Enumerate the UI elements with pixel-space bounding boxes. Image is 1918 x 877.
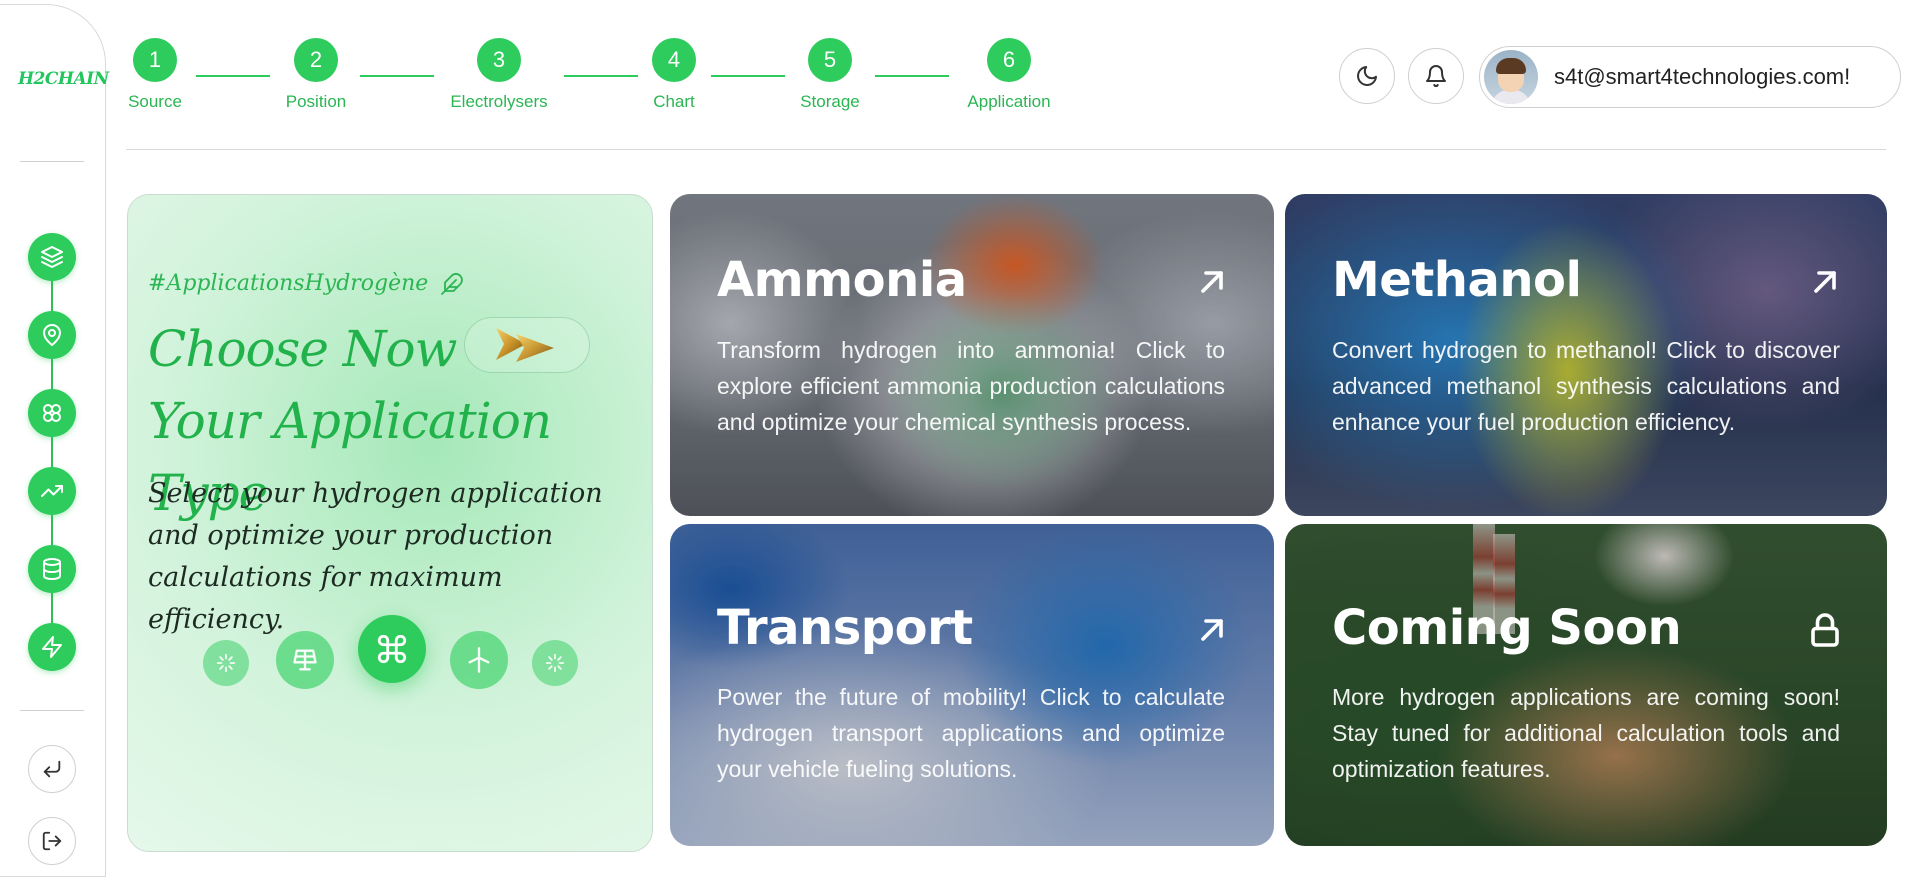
moon-icon — [1357, 66, 1377, 86]
card-lock-indicator — [1807, 612, 1843, 648]
layers-icon — [41, 246, 63, 268]
app-root: H2CHAIN 1 Source 2 Position 3 Electrolys… — [0, 0, 1918, 877]
card-transport[interactable]: Transport Power the future of mobility! … — [670, 524, 1274, 846]
avatar — [1484, 50, 1538, 104]
corner-down-left-icon — [43, 760, 61, 778]
step-storage[interactable]: 5 Storage — [765, 38, 895, 112]
lock-icon — [1811, 613, 1839, 647]
double-arrow-icon — [496, 328, 554, 362]
dock-item[interactable] — [450, 631, 508, 689]
clover-icon — [43, 404, 61, 422]
card-description: Convert hydrogen to methanol! Click to d… — [1332, 337, 1840, 435]
step-number: 2 — [294, 38, 338, 82]
card-open-button[interactable] — [1194, 612, 1230, 648]
card-description: More hydrogen applications are coming so… — [1332, 684, 1840, 782]
card-title: Coming Soon — [1332, 600, 1682, 656]
sidebar-divider — [20, 710, 84, 711]
card-title: Methanol — [1332, 252, 1582, 308]
step-label: Storage — [800, 92, 860, 111]
dock-item[interactable] — [532, 640, 578, 686]
arrow-badge — [464, 317, 590, 373]
sidebar-divider — [20, 161, 84, 162]
step-number: 6 — [987, 38, 1031, 82]
hero-tag-text: #ApplicationsHydrogène — [148, 271, 429, 296]
step-chart[interactable]: 4 Chart — [609, 38, 739, 112]
card-open-button[interactable] — [1807, 264, 1843, 300]
step-position[interactable]: 2 Position — [251, 38, 381, 112]
step-number: 4 — [652, 38, 696, 82]
hero-tag: #ApplicationsHydrogène — [148, 271, 464, 296]
card-coming-soon: Coming Soon More hydrogen applications a… — [1285, 524, 1887, 846]
app-logo[interactable]: H2CHAIN — [18, 69, 109, 89]
step-label: Source — [128, 92, 182, 111]
user-menu[interactable]: s4t@smart4technologies.com! — [1479, 46, 1901, 108]
arrow-up-right-icon — [1201, 271, 1223, 293]
arrow-up-right-icon — [1201, 619, 1223, 641]
dock-item-active[interactable] — [358, 615, 426, 683]
step-label: Chart — [653, 92, 695, 111]
hero-icon-dock — [203, 615, 583, 705]
step-label: Electrolysers — [450, 92, 548, 111]
bell-icon — [1426, 65, 1446, 88]
sidebar-item-storage[interactable] — [28, 545, 76, 593]
feather-icon — [441, 272, 464, 295]
trending-up-icon — [41, 485, 63, 497]
theme-toggle-button[interactable] — [1339, 48, 1395, 104]
solar-panel-icon — [293, 649, 317, 671]
step-label: Application — [967, 92, 1051, 111]
card-open-button[interactable] — [1194, 264, 1230, 300]
database-icon — [43, 558, 61, 580]
back-button[interactable] — [28, 745, 76, 793]
card-ammonia[interactable]: Ammonia Transform hydrogen into ammonia!… — [670, 194, 1274, 516]
header-divider — [126, 149, 1886, 150]
step-number: 1 — [133, 38, 177, 82]
dock-item[interactable] — [203, 640, 249, 686]
step-number: 3 — [477, 38, 521, 82]
dock-item[interactable] — [276, 631, 334, 689]
sidebar-item-layers[interactable] — [28, 233, 76, 281]
map-pin-icon — [43, 324, 61, 346]
sidebar-item-electrolysers[interactable] — [28, 389, 76, 437]
sidebar-item-chart[interactable] — [28, 467, 76, 515]
command-icon — [377, 634, 407, 664]
zap-icon — [42, 636, 62, 658]
step-application[interactable]: 6 Application — [944, 38, 1074, 112]
arrow-up-right-icon — [1814, 271, 1836, 293]
notifications-button[interactable] — [1408, 48, 1464, 104]
card-title: Transport — [717, 600, 973, 656]
logout-button[interactable] — [28, 817, 76, 865]
card-description: Power the future of mobility! Click to c… — [717, 684, 1225, 782]
log-out-icon — [42, 831, 62, 851]
wind-turbine-icon — [468, 647, 490, 673]
user-email: s4t@smart4technologies.com! — [1554, 64, 1851, 89]
sidebar-item-position[interactable] — [28, 311, 76, 359]
hero-card: #ApplicationsHydrogène Choose Now Your A… — [127, 194, 653, 852]
step-electrolysers[interactable]: 3 Electrolysers — [434, 38, 564, 112]
card-title: Ammonia — [717, 252, 967, 308]
sidebar-item-application[interactable] — [28, 623, 76, 671]
step-number: 5 — [808, 38, 852, 82]
step-label: Position — [285, 92, 347, 111]
step-source[interactable]: 1 Source — [90, 38, 220, 112]
sidebar: H2CHAIN — [0, 4, 109, 877]
card-description: Transform hydrogen into ammonia! Click t… — [717, 337, 1225, 435]
loader-icon — [216, 653, 236, 673]
loader-icon — [545, 653, 565, 673]
card-methanol[interactable]: Methanol Convert hydrogen to methanol! C… — [1285, 194, 1887, 516]
